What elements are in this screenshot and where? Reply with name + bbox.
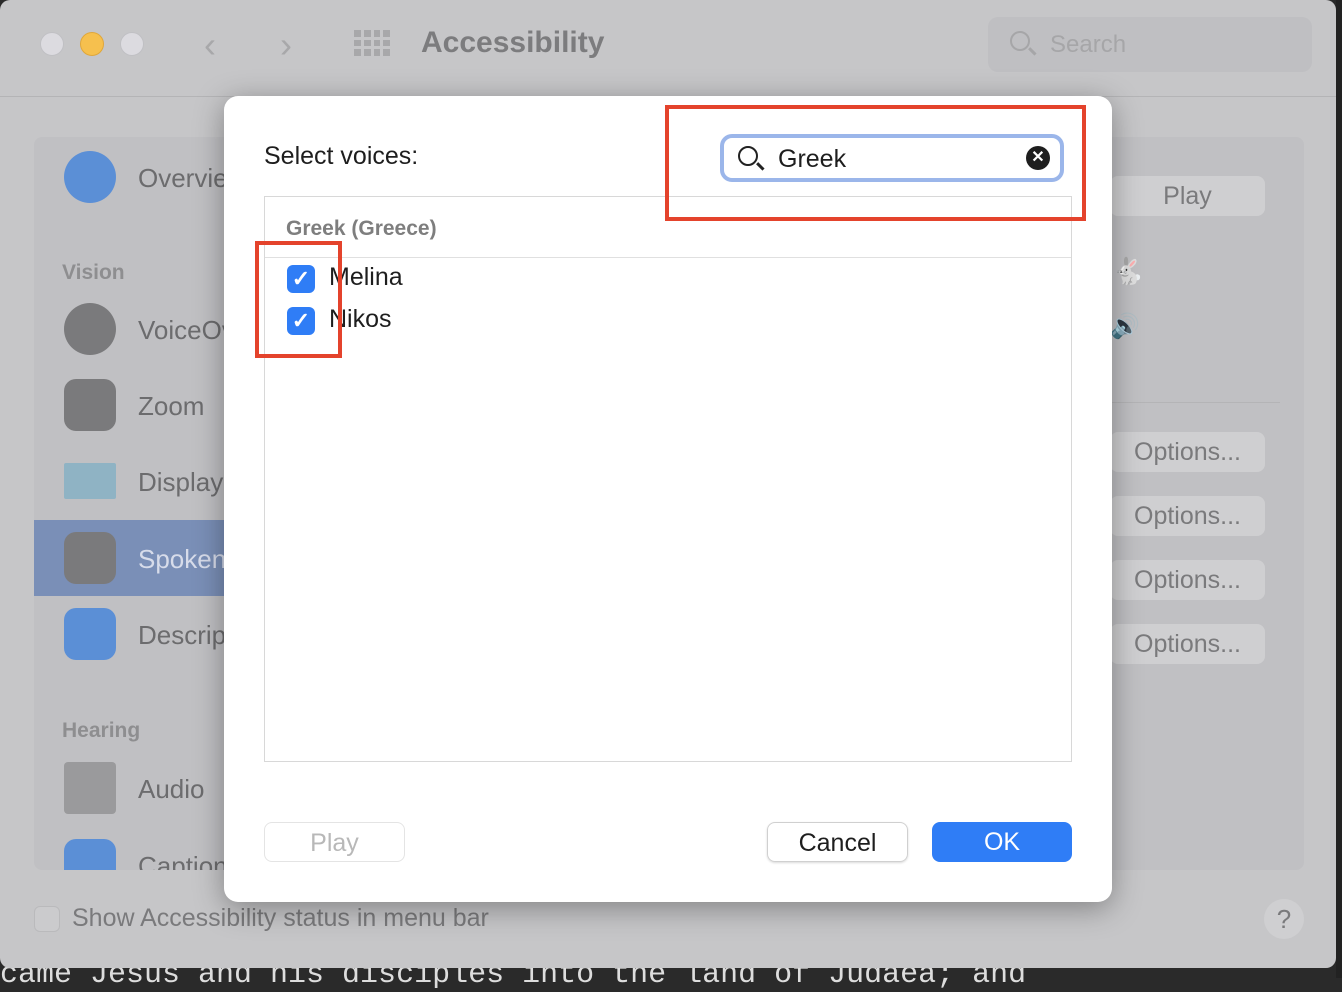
sidebar-item-voiceover[interactable]: VoiceOver — [34, 291, 258, 367]
group-header: Greek (Greece) — [286, 217, 437, 240]
background-window — [1336, 0, 1342, 978]
sidebar-item-audio[interactable]: Audio — [34, 750, 234, 826]
close-window-button[interactable] — [40, 32, 64, 56]
ok-button[interactable]: OK — [932, 822, 1072, 862]
sidebar-item-label: Zoom — [138, 391, 205, 421]
search-placeholder: Search — [1050, 31, 1127, 58]
minimize-window-button[interactable] — [80, 32, 104, 56]
help-button[interactable]: ? — [1264, 899, 1304, 939]
section-hearing: Hearing — [62, 719, 141, 742]
divider — [265, 257, 1071, 258]
cancel-button[interactable]: Cancel — [767, 822, 908, 862]
speaker-icon — [64, 762, 116, 814]
annotation-highlight-checkboxes — [255, 241, 342, 358]
sidebar-item-descriptions[interactable]: Descriptions — [34, 596, 281, 672]
options-button[interactable]: Options... — [1110, 560, 1265, 600]
voiceover-icon — [64, 303, 116, 355]
volume-icon: 🔊 — [1110, 313, 1140, 340]
section-vision: Vision — [62, 261, 125, 284]
captions-icon — [64, 839, 116, 870]
back-icon[interactable]: ‹ — [204, 24, 216, 66]
dialog-label: Select voices: — [264, 142, 419, 170]
rabbit-icon: 🐇 — [1112, 256, 1145, 286]
forward-icon[interactable]: › — [280, 24, 292, 66]
options-button[interactable]: Options... — [1110, 496, 1265, 536]
dialog-play-button[interactable]: Play — [264, 822, 405, 862]
sidebar-item-label: Display — [138, 467, 224, 497]
accessibility-icon — [64, 151, 116, 203]
window-title: Accessibility — [421, 26, 605, 59]
sidebar-item-overview[interactable]: Overview — [34, 139, 246, 215]
sidebar-item-label: Audio — [138, 774, 205, 804]
voice-list: Greek (Greece) ✓ Melina ✓ Nikos — [264, 196, 1072, 762]
display-icon — [64, 463, 116, 499]
zoom-window-button[interactable] — [120, 32, 144, 56]
show-status-checkbox[interactable] — [34, 906, 60, 932]
annotation-highlight-search — [665, 105, 1086, 221]
sidebar-item-zoom[interactable]: Zoom — [34, 367, 234, 443]
zoom-icon — [64, 379, 116, 431]
title-bar: ‹ › Accessibility Search — [0, 0, 1336, 97]
sidebar-item-spoken-content[interactable]: Spoken Content — [34, 520, 324, 596]
divider — [1110, 402, 1280, 403]
options-button[interactable]: Options... — [1110, 624, 1265, 664]
search-field[interactable]: Search — [988, 17, 1312, 72]
sidebar-item-captions[interactable]: Captions — [34, 827, 241, 870]
options-button[interactable]: Options... — [1110, 432, 1265, 472]
quote-bubble-icon — [64, 608, 116, 660]
sidebar-item-display[interactable]: Display — [34, 443, 234, 519]
search-icon — [1010, 31, 1030, 51]
show-all-grid-icon[interactable] — [354, 30, 390, 56]
show-status-label: Show Accessibility status in menu bar — [72, 904, 489, 932]
play-button[interactable]: Play — [1110, 176, 1265, 216]
speech-bubble-icon — [64, 532, 116, 584]
